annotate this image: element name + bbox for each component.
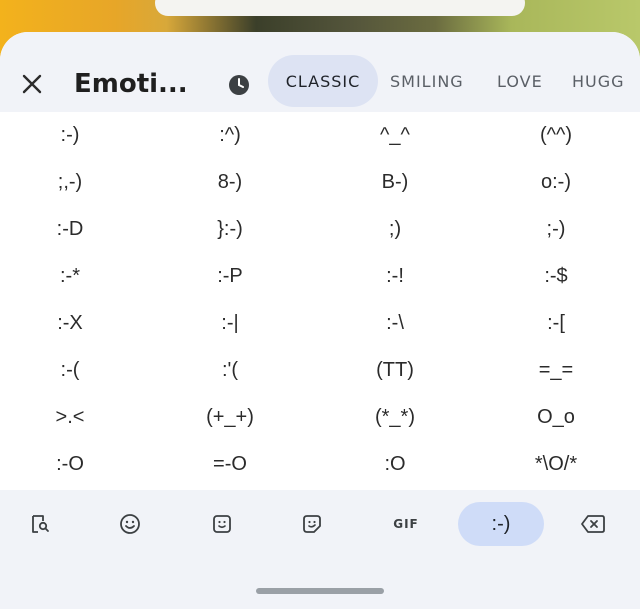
- emoticon-key[interactable]: ;-): [476, 206, 636, 253]
- navigation-handle[interactable]: [256, 588, 384, 594]
- emoticon-key[interactable]: :^): [150, 112, 310, 159]
- emoticon-key[interactable]: B-): [315, 159, 475, 206]
- emoticon-key[interactable]: :-D: [0, 206, 150, 253]
- tab-smiling[interactable]: SMILING: [390, 55, 480, 107]
- emoticon-key[interactable]: :-$: [476, 253, 636, 300]
- emoji-kitchen-button[interactable]: [292, 504, 332, 544]
- clipboard-search-icon: [32, 515, 49, 533]
- emoticon-key[interactable]: :-P: [150, 253, 310, 300]
- emoticon-key[interactable]: :-): [0, 112, 150, 159]
- emoji-kitchen-icon: [303, 515, 321, 533]
- emoticon-icon: :-): [491, 512, 511, 535]
- emoticon-key[interactable]: }:-): [150, 206, 310, 253]
- backspace-button[interactable]: [572, 504, 614, 544]
- emoticon-key[interactable]: :-*: [0, 253, 150, 300]
- tab-classic[interactable]: CLASSIC: [268, 55, 378, 107]
- emoticon-key[interactable]: :O: [315, 441, 475, 488]
- clipboard-search-button[interactable]: [22, 504, 58, 544]
- emoticon-key[interactable]: >.<: [0, 394, 150, 441]
- tab-hugging[interactable]: HUGG: [572, 55, 640, 107]
- sticker-icon: [213, 515, 231, 533]
- emoticon-key[interactable]: 8-): [150, 159, 310, 206]
- emoticon-key[interactable]: (^^): [476, 112, 636, 159]
- recent-button[interactable]: [228, 74, 250, 96]
- emoticon-button[interactable]: :-): [458, 502, 544, 546]
- emoticon-key[interactable]: O_o: [476, 394, 636, 441]
- emoji-button[interactable]: [110, 504, 150, 544]
- emoticon-key[interactable]: o:-): [476, 159, 636, 206]
- emoticon-key[interactable]: :-|: [150, 300, 310, 347]
- close-icon: [22, 74, 42, 94]
- emoticon-key[interactable]: ;): [315, 206, 475, 253]
- gif-button[interactable]: GIF: [384, 504, 428, 544]
- emoticon-key[interactable]: :-[: [476, 300, 636, 347]
- emoticon-keyboard: Emoti... CLASSIC SMILING LOVE HUGG :-) :…: [0, 32, 640, 609]
- emoticon-key[interactable]: :-O: [0, 441, 150, 488]
- screen: Emoti... CLASSIC SMILING LOVE HUGG :-) :…: [0, 0, 640, 609]
- clock-icon: [229, 75, 249, 95]
- emoticon-key[interactable]: (+_+): [150, 394, 310, 441]
- emoticon-header: Emoti... CLASSIC SMILING LOVE HUGG: [0, 32, 640, 112]
- emoticon-key[interactable]: =_=: [476, 347, 636, 394]
- wallpaper-overlay: [155, 0, 525, 16]
- sticker-button[interactable]: [202, 504, 242, 544]
- emoticon-key[interactable]: :-\: [315, 300, 475, 347]
- keyboard-toolbar: GIF :-): [0, 490, 640, 609]
- emoticon-key[interactable]: :'(: [150, 347, 310, 394]
- emoticon-key[interactable]: =-O: [150, 441, 310, 488]
- emoticon-grid: :-) :^) ^_^ (^^) ;,-) 8-) B-) o:-) :-D }…: [0, 112, 640, 490]
- emoticon-key[interactable]: ;,-): [0, 159, 150, 206]
- emoticon-key[interactable]: :-!: [315, 253, 475, 300]
- emoticon-key[interactable]: *\O/*: [476, 441, 636, 488]
- emoticon-key[interactable]: :-X: [0, 300, 150, 347]
- emoticon-key[interactable]: ^_^: [315, 112, 475, 159]
- emoji-icon: [120, 514, 140, 534]
- emoticon-key[interactable]: :-(: [0, 347, 150, 394]
- page-title: Emoti...: [74, 69, 188, 99]
- emoticon-key[interactable]: (*_*): [315, 394, 475, 441]
- emoticon-key[interactable]: (TT): [315, 347, 475, 394]
- backspace-icon: [581, 515, 605, 533]
- close-button[interactable]: [12, 64, 52, 104]
- gif-icon: GIF: [393, 517, 419, 531]
- tab-love[interactable]: LOVE: [497, 55, 557, 107]
